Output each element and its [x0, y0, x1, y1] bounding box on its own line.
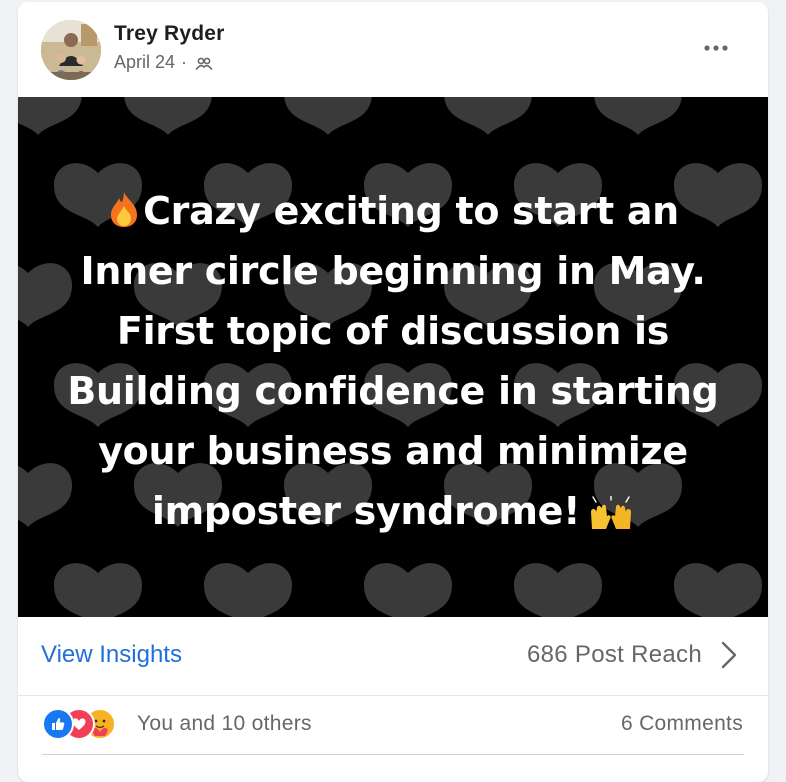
post-text-line-4: Building confidence in starting	[67, 369, 719, 413]
raising-hands-emoji	[588, 487, 634, 529]
meta-separator: ·	[181, 52, 188, 72]
post-date[interactable]: April 24	[114, 52, 175, 73]
comments-count[interactable]: 6 Comments	[621, 712, 743, 736]
post-text-line: imposter syndrome!	[18, 481, 768, 541]
insights-row: View Insights 686 Post Reach	[18, 617, 768, 696]
reactions-row: You and 10 others 6 Comments	[18, 696, 768, 756]
post-image[interactable]: Crazy exciting to start an Inner circle …	[18, 97, 768, 617]
post-header: Trey Ryder April 24 ·	[18, 2, 768, 96]
post-text-line-2: Inner circle beginning in May.	[80, 249, 706, 293]
reaction-summary[interactable]	[42, 708, 132, 740]
post-meta: April 24 ·	[114, 52, 213, 73]
chevron-right-icon[interactable]	[718, 639, 740, 671]
post-text-line-6: imposter syndrome!	[151, 489, 581, 533]
reactors-text[interactable]: You and 10 others	[137, 712, 312, 736]
post-text: Crazy exciting to start an Inner circle …	[18, 181, 768, 541]
friends-icon[interactable]	[195, 54, 213, 72]
post-card: Trey Ryder April 24 · Crazy exciting to …	[18, 2, 768, 782]
view-insights-link[interactable]: View Insights	[41, 641, 182, 669]
author-name[interactable]: Trey Ryder	[114, 22, 225, 46]
post-reach-count[interactable]: 686 Post Reach	[527, 641, 702, 669]
avatar-photo	[41, 20, 101, 80]
fire-emoji	[107, 185, 141, 227]
more-options-button[interactable]	[698, 34, 734, 62]
like-icon	[42, 708, 74, 740]
post-text-line-5: your business and minimize	[98, 429, 688, 473]
more-horizontal-icon	[704, 45, 728, 51]
post-text-line: Crazy exciting to start an	[18, 181, 768, 241]
divider	[42, 754, 744, 755]
avatar[interactable]	[41, 20, 101, 80]
post-text-line-3: First topic of discussion is	[116, 309, 670, 353]
post-text-line-1: Crazy exciting to start an	[143, 189, 679, 233]
